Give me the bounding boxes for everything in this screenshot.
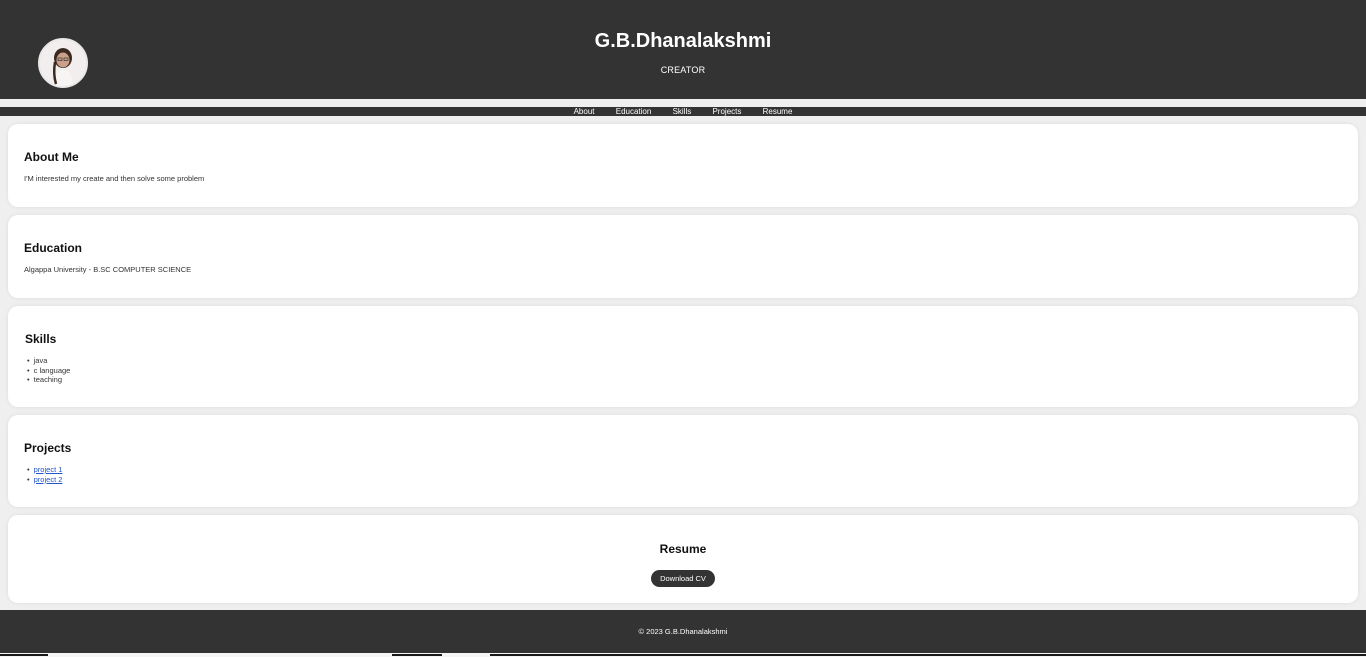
site-subtitle: CREATOR — [660, 65, 706, 75]
about-heading: About Me — [24, 150, 79, 164]
download-cv-button[interactable]: Download CV — [651, 570, 715, 587]
nav-link-projects[interactable]: Projects — [712, 107, 741, 116]
about-text: I'M interested my create and then solve … — [24, 174, 205, 183]
projects-list: project 1 project 2 — [27, 465, 63, 485]
project-link-1[interactable]: project 1 — [34, 465, 63, 474]
skill-item: teaching — [27, 375, 70, 385]
projects-heading: Projects — [24, 441, 72, 455]
nav-link-resume[interactable]: Resume — [763, 107, 793, 116]
skills-list: java c language teaching — [27, 356, 71, 385]
site-footer: © 2023 G.B.Dhanalakshmi — [0, 610, 1366, 653]
nav-link-skills[interactable]: Skills — [673, 107, 692, 116]
nav-link-education[interactable]: Education — [616, 107, 652, 116]
site-title: G.B.Dhanalakshmi — [594, 30, 772, 52]
project-item: project 1 — [27, 465, 63, 475]
skill-item: c language — [27, 366, 71, 376]
education-heading: Education — [24, 241, 83, 255]
about-section: About Me I'M interested my create and th… — [8, 124, 1358, 207]
project-item: project 2 — [27, 475, 63, 485]
skills-heading: Skills — [25, 332, 57, 346]
resume-heading: Resume — [659, 542, 707, 556]
nav-link-about[interactable]: About — [574, 107, 595, 116]
strip-segment — [392, 654, 442, 656]
strip-segment — [0, 654, 48, 656]
skills-section: Skills java c language teaching — [8, 306, 1358, 407]
project-link-2[interactable]: project 2 — [34, 475, 63, 484]
projects-section: Projects project 1 project 2 — [8, 415, 1358, 507]
bottom-edge-strip — [0, 653, 1366, 657]
strip-segment — [490, 654, 1366, 656]
resume-section: Resume Download CV — [8, 515, 1358, 603]
footer-copyright: © 2023 G.B.Dhanalakshmi — [638, 627, 728, 636]
education-text: Algappa University - B.SC COMPUTER SCIEN… — [24, 265, 192, 274]
site-header: G.B.Dhanalakshmi CREATOR — [0, 0, 1366, 99]
skill-item: java — [27, 356, 70, 366]
main-nav: About Education Skills Projects Resume — [0, 107, 1366, 116]
education-section: Education Algappa University - B.SC COMP… — [8, 215, 1358, 298]
